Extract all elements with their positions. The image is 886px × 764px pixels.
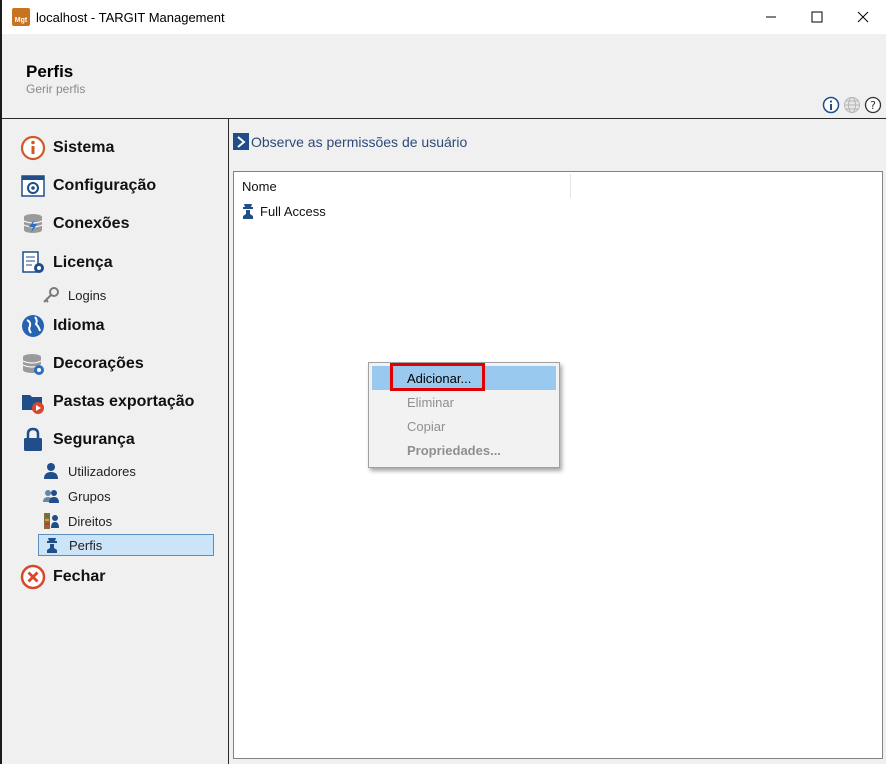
info-icon[interactable] <box>822 96 840 114</box>
folder-export-icon <box>20 389 46 415</box>
minimize-button[interactable] <box>748 0 794 34</box>
window-title: localhost - TARGIT Management <box>36 9 225 25</box>
user-icon <box>42 462 60 480</box>
app-icon: Mgt <box>12 8 30 26</box>
lock-icon <box>20 427 46 453</box>
menu-item-eliminar[interactable]: Eliminar <box>372 390 556 414</box>
chevron-right-icon <box>233 133 249 150</box>
rights-icon <box>42 512 60 530</box>
sidebar-item-sistema[interactable]: Sistema <box>20 133 114 163</box>
column-header-nome[interactable]: Nome <box>234 174 571 198</box>
profile-icon <box>240 202 256 220</box>
app-window: Mgt localhost - TARGIT Management Perfis… <box>2 0 886 764</box>
sidebar-item-pastas-exportacao[interactable]: Pastas exportação <box>20 387 194 417</box>
window-controls <box>748 0 886 34</box>
key-icon <box>42 286 60 304</box>
globe-icon <box>20 313 46 339</box>
sidebar-item-logins[interactable]: Logins <box>38 285 214 305</box>
close-icon <box>857 11 869 23</box>
menu-item-propriedades[interactable]: Propriedades... <box>372 438 556 462</box>
minimize-icon <box>766 16 776 18</box>
sidebar-item-conexoes[interactable]: Conexões <box>20 209 129 239</box>
database-connection-icon <box>20 211 46 237</box>
sidebar-item-decoracoes[interactable]: Decorações <box>20 349 144 379</box>
globe-icon[interactable] <box>843 96 861 114</box>
sidebar-item-idioma[interactable]: Idioma <box>20 311 105 341</box>
group-icon <box>42 487 60 505</box>
menu-item-copiar[interactable]: Copiar <box>372 414 556 438</box>
title-bar: Mgt localhost - TARGIT Management <box>2 0 886 34</box>
maximize-icon <box>811 11 823 23</box>
list-item-label: Full Access <box>260 203 326 219</box>
close-circle-icon <box>20 564 46 590</box>
settings-window-icon <box>20 173 46 199</box>
page-subtitle: Gerir perfis <box>26 82 86 96</box>
sidebar-item-licenca[interactable]: Licença <box>20 248 113 278</box>
sidebar-item-fechar[interactable]: Fechar <box>20 562 105 592</box>
help-icon[interactable]: ? <box>864 96 882 114</box>
sidebar-item-perfis[interactable]: Perfis <box>38 534 214 556</box>
hint-text: Observe as permissões de usuário <box>251 133 468 150</box>
sidebar-item-configuracao[interactable]: Configuração <box>20 171 156 201</box>
sidebar-item-grupos[interactable]: Grupos <box>38 486 214 506</box>
annotation-highlight-box <box>390 363 485 391</box>
sidebar: Sistema Configuração Conexões Licença Lo <box>2 119 229 764</box>
header-icons: ? <box>822 96 882 114</box>
sidebar-item-seguranca[interactable]: Segurança <box>20 425 135 455</box>
info-icon <box>20 135 46 161</box>
hint-link[interactable]: Observe as permissões de usuário <box>233 133 467 150</box>
close-window-button[interactable] <box>840 0 886 34</box>
svg-text:?: ? <box>870 99 876 112</box>
list-item[interactable]: Full Access <box>240 201 326 221</box>
page-header: Perfis Gerir perfis ? <box>2 34 886 119</box>
sidebar-item-utilizadores[interactable]: Utilizadores <box>38 461 214 481</box>
page-title: Perfis <box>26 62 74 81</box>
maximize-button[interactable] <box>794 0 840 34</box>
license-icon <box>20 250 46 276</box>
database-gear-icon <box>20 351 46 377</box>
profile-icon <box>43 536 61 554</box>
sidebar-item-direitos[interactable]: Direitos <box>38 511 214 531</box>
